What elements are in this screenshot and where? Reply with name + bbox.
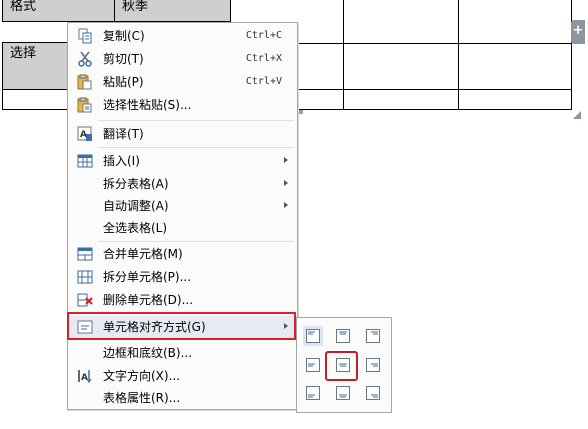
menu-item-borders-shading[interactable]: 边框和底纹(B)... — [69, 342, 296, 364]
submenu-arrow-icon — [284, 323, 288, 329]
cell-text: 选择 — [10, 46, 37, 61]
align-middle-left-icon — [306, 358, 320, 372]
menu-separator — [98, 147, 294, 148]
translate-icon: A — [77, 126, 93, 142]
align-middle-left-button[interactable] — [303, 355, 323, 375]
submenu-arrow-icon — [284, 202, 288, 208]
align-middle-center-button[interactable] — [333, 355, 353, 375]
align-top-center-button[interactable] — [333, 326, 353, 346]
menu-item-label: 合并单元格(M) — [103, 247, 183, 261]
align-top-right-icon — [366, 329, 380, 343]
menu-item-split-cells[interactable]: 拆分单元格(P)... — [69, 266, 296, 288]
paste-special-icon — [77, 97, 93, 113]
table-cell[interactable] — [458, 43, 572, 90]
table-cell[interactable] — [458, 89, 572, 110]
menu-item-label: 拆分单元格(P)... — [103, 270, 192, 284]
align-bottom-right-button[interactable] — [363, 383, 383, 403]
table-insert-icon — [77, 153, 93, 169]
menu-item-label: 删除单元格(D)... — [103, 293, 194, 307]
menu-item-label: 自动调整(A) — [103, 199, 169, 213]
cell-alignment-submenu — [296, 317, 392, 413]
align-middle-right-icon — [366, 358, 380, 372]
menu-item-label: 边框和底纹(B)... — [103, 346, 193, 360]
menu-separator — [98, 120, 294, 121]
menu-item-label: 粘贴(P) — [103, 75, 144, 89]
table-cell[interactable] — [343, 89, 459, 110]
menu-item-merge-cells[interactable]: 合并单元格(M) — [69, 243, 296, 265]
paste-icon — [77, 74, 93, 90]
menu-separator — [98, 313, 294, 314]
menu-item-paste-special[interactable]: 选择性粘贴(S)... — [69, 94, 296, 116]
align-top-left-button[interactable] — [303, 326, 323, 346]
delete-cells-icon — [77, 292, 93, 308]
shortcut-text: Ctrl+V — [245, 76, 282, 87]
menu-item-label: 表格属性(R)... — [103, 391, 181, 405]
menu-item-select-table[interactable]: 全选表格(L) — [69, 217, 296, 239]
menu-separator — [98, 241, 294, 242]
scissors-icon — [77, 51, 93, 67]
split-cells-icon — [77, 269, 93, 285]
table-cell[interactable] — [343, 43, 459, 90]
shortcut-text: Ctrl+X — [245, 53, 282, 64]
menu-item-label: 剪切(T) — [103, 52, 144, 66]
menu-item-label: 拆分表格(A) — [103, 177, 169, 191]
menu-item-text-direction[interactable]: A 文字方向(X)... — [69, 365, 296, 387]
menu-item-label: 选择性粘贴(S)... — [103, 98, 192, 112]
menu-item-label: 翻译(T) — [103, 127, 144, 141]
submenu-arrow-icon — [284, 157, 288, 163]
context-menu: 复制(C) Ctrl+C 剪切(T) Ctrl+X 粘贴(P) Ctrl+V 选… — [67, 22, 298, 410]
table-cell[interactable]: 格式 — [2, 0, 115, 22]
align-bottom-left-icon — [306, 386, 320, 400]
menu-item-split-table[interactable]: 拆分表格(A) — [69, 173, 296, 195]
menu-item-insert[interactable]: 插入(I) — [69, 150, 296, 172]
table-cell[interactable] — [296, 43, 344, 90]
cell-text: 秋季 — [122, 0, 149, 14]
menu-item-cell-alignment[interactable]: 单元格对齐方式(G) — [69, 316, 296, 338]
menu-item-label: 全选表格(L) — [103, 221, 168, 235]
menu-item-autofit[interactable]: 自动调整(A) — [69, 195, 296, 217]
menu-item-label: 文字方向(X)... — [103, 369, 181, 383]
align-top-left-icon — [306, 329, 320, 343]
table-cell[interactable] — [2, 89, 68, 110]
table-resize-handle[interactable] — [573, 111, 581, 119]
menu-item-table-properties[interactable]: 表格属性(R)... — [69, 387, 296, 409]
svg-text:A: A — [80, 130, 87, 140]
table-cell[interactable] — [343, 0, 459, 44]
menu-item-label: 单元格对齐方式(G) — [103, 320, 206, 334]
align-middle-center-icon — [336, 358, 350, 372]
menu-item-cut[interactable]: 剪切(T) Ctrl+X — [69, 48, 296, 70]
copy-icon — [77, 28, 93, 44]
align-bottom-center-button[interactable] — [333, 383, 353, 403]
merge-cells-icon — [77, 246, 93, 262]
menu-item-paste[interactable]: 粘贴(P) Ctrl+V — [69, 71, 296, 93]
cell-text: 格式 — [10, 0, 37, 14]
cell-align-icon — [77, 319, 93, 335]
shortcut-text: Ctrl+C — [245, 30, 282, 41]
menu-item-translate[interactable]: A 翻译(T) — [69, 123, 296, 145]
submenu-arrow-icon — [284, 180, 288, 186]
table-cell[interactable]: 秋季 — [114, 0, 231, 22]
menu-item-label: 复制(C) — [103, 29, 145, 43]
align-middle-right-button[interactable] — [363, 355, 383, 375]
text-direction-icon: A — [77, 368, 93, 384]
align-bottom-left-button[interactable] — [303, 383, 323, 403]
align-bottom-right-icon — [366, 386, 380, 400]
align-top-right-button[interactable] — [363, 326, 383, 346]
table-cell[interactable] — [296, 89, 344, 110]
table-cell[interactable]: 选择 — [2, 42, 68, 90]
menu-item-delete-cells[interactable]: 删除单元格(D)... — [69, 289, 296, 311]
table-cell[interactable] — [458, 0, 572, 44]
menu-item-label: 插入(I) — [103, 154, 140, 168]
add-column-button[interactable]: + — [571, 20, 585, 44]
menu-item-copy[interactable]: 复制(C) Ctrl+C — [69, 25, 296, 47]
align-top-center-icon — [336, 329, 350, 343]
align-bottom-center-icon — [336, 386, 350, 400]
svg-text:A: A — [81, 373, 88, 383]
